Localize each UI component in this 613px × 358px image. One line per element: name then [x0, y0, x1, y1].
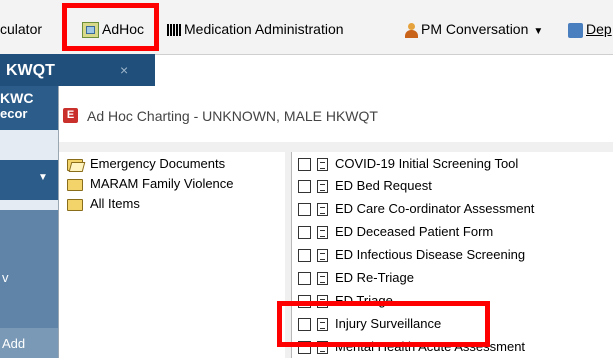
- patient-banner: KWC ecor: [0, 86, 58, 130]
- pm-conversation-button[interactable]: PM Conversation ▼: [405, 21, 543, 40]
- app-icon: E: [63, 108, 78, 123]
- patient-tab-label: KWQT: [6, 62, 55, 79]
- folder-icon: [67, 178, 83, 191]
- checkbox[interactable]: [298, 249, 311, 263]
- patient-banner-name: KWC: [0, 90, 34, 106]
- medication-administration-label: Medication Administration: [184, 21, 344, 37]
- form-list-item[interactable]: COVID-19 Initial Screening Tool: [298, 155, 518, 173]
- departure-icon: [568, 22, 583, 38]
- dialog-title: Ad Hoc Charting - UNKNOWN, MALE HKWQT: [87, 108, 378, 124]
- pm-conversation-label: PM Conversation: [421, 21, 529, 37]
- document-icon: [317, 180, 328, 194]
- calculator-button[interactable]: culator: [0, 21, 62, 37]
- folder-item[interactable]: Emergency Documents: [67, 156, 225, 171]
- document-icon: [317, 226, 328, 240]
- form-label: ED Care Co-ordinator Assessment: [335, 201, 535, 216]
- open-folder-icon: [67, 158, 83, 171]
- patient-tab[interactable]: KWQT ×: [0, 54, 155, 86]
- sidebar-dropdown[interactable]: ▼: [0, 160, 58, 200]
- form-list-item[interactable]: ED Care Co-ordinator Assessment: [298, 200, 534, 218]
- document-icon: [317, 272, 328, 286]
- form-list-item[interactable]: ED Infectious Disease Screening: [298, 246, 525, 264]
- folder-icon: [67, 198, 83, 211]
- barcode-icon: [167, 24, 181, 37]
- person-icon: [405, 22, 418, 38]
- document-icon: [317, 203, 328, 217]
- form-label: ED Deceased Patient Form: [335, 224, 494, 239]
- form-list-item[interactable]: ED Bed Request: [298, 177, 432, 195]
- sidebar-add-label: Add: [2, 336, 26, 351]
- form-label: ED Re-Triage: [335, 270, 414, 285]
- medication-administration-button[interactable]: Medication Administration: [167, 21, 344, 37]
- document-icon: [317, 249, 328, 263]
- folder-item[interactable]: MARAM Family Violence: [67, 176, 234, 191]
- form-label: ED Bed Request: [335, 178, 432, 193]
- folder-item[interactable]: All Items: [67, 196, 140, 211]
- form-label: COVID-19 Initial Screening Tool: [335, 156, 519, 171]
- checkbox[interactable]: [298, 158, 311, 172]
- departure-button[interactable]: Dep: [568, 21, 612, 38]
- chevron-down-icon: ▼: [38, 172, 48, 183]
- patient-banner-sub: ecor: [0, 106, 28, 121]
- form-label: ED Infectious Disease Screening: [335, 247, 526, 262]
- close-icon[interactable]: ×: [120, 62, 128, 78]
- injury-surveillance-highlight-box: [277, 301, 490, 347]
- form-list-item[interactable]: ED Re-Triage: [298, 269, 414, 287]
- folder-label: MARAM Family Violence: [90, 176, 234, 191]
- sidebar-add[interactable]: Add: [0, 328, 58, 358]
- checkbox[interactable]: [298, 180, 311, 194]
- departure-label: Dep: [586, 21, 612, 37]
- sidebar-menu: v: [0, 210, 58, 328]
- adhoc-highlight-box: [62, 3, 159, 51]
- checkbox[interactable]: [298, 272, 311, 286]
- calculator-label: culator: [0, 21, 43, 37]
- checkbox[interactable]: [298, 226, 311, 240]
- dialog-title-bar: E Ad Hoc Charting - UNKNOWN, MALE HKWQT: [59, 86, 613, 142]
- form-list-item[interactable]: ED Deceased Patient Form: [298, 223, 493, 241]
- folder-label: All Items: [90, 196, 140, 211]
- sidebar-item-v[interactable]: v: [2, 270, 9, 285]
- folder-label: Emergency Documents: [90, 156, 226, 171]
- checkbox[interactable]: [298, 203, 311, 217]
- chevron-down-icon[interactable]: ▼: [533, 26, 543, 37]
- folder-tree: Emergency Documents MARAM Family Violenc…: [59, 152, 285, 358]
- document-icon: [317, 158, 328, 172]
